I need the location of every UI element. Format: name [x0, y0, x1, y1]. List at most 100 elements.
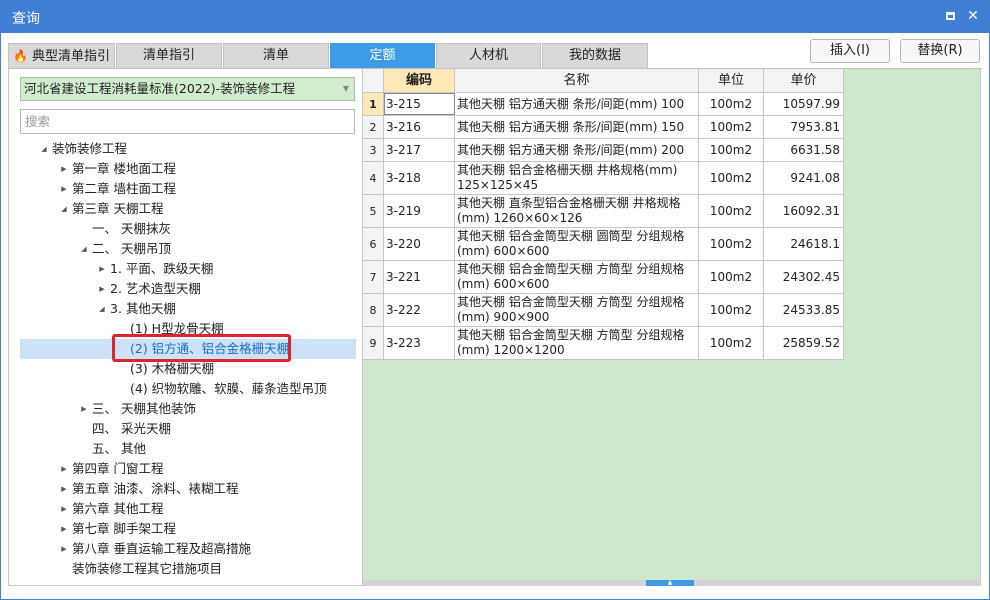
cell-price[interactable]: 7953.81 [764, 116, 844, 138]
cell-price[interactable]: 16092.31 [764, 195, 844, 227]
tree-item[interactable]: ▶ 2. 艺术造型天棚 [20, 279, 356, 299]
row-number[interactable]: 3 [363, 139, 384, 161]
tree-item[interactable]: ▶ 1. 平面、跌级天棚 [20, 259, 356, 279]
title-bar[interactable]: 查询 ✕ [0, 0, 990, 33]
table-row[interactable]: 6 3-220 其他天棚 铝合金筒型天棚 圆筒型 分组规格(mm) 600×600 1… [363, 228, 844, 261]
tree-item[interactable]: ◢ 装饰装修工程 [20, 139, 356, 159]
cell-price[interactable]: 24302.45 [764, 261, 844, 293]
tab-my-data[interactable]: 我的数据 [542, 43, 648, 68]
cell-code[interactable]: 3-218 [384, 162, 455, 194]
expanded-arrow-icon[interactable]: ◢ [39, 139, 49, 159]
cell-unit[interactable]: 100m2 [699, 195, 764, 227]
cell-code[interactable]: 3-219 [384, 195, 455, 227]
cell-name[interactable]: 其他天棚 铝方通天棚 条形/间距(mm) 150 [455, 116, 699, 138]
collapsed-arrow-icon[interactable]: ▶ [97, 259, 107, 279]
header-name[interactable]: 名称 [455, 69, 699, 93]
tree-item[interactable]: (2) 铝方通、铝合金格栅天棚 [20, 339, 356, 359]
tab-bill-guide[interactable]: 清单指引 [116, 43, 222, 68]
cell-name[interactable]: 其他天棚 铝合金筒型天棚 方筒型 分组规格(mm) 1200×1200 [455, 327, 699, 359]
tree-item[interactable]: ▶ 第一章 楼地面工程 [20, 159, 356, 179]
cell-price[interactable]: 24618.1 [764, 228, 844, 260]
tree-item[interactable]: 四、 采光天棚 [20, 419, 356, 439]
tree-item[interactable]: 五、 其他 [20, 439, 356, 459]
cell-name[interactable]: 其他天棚 铝合金格栅天棚 井格规格(mm) 125×125×45 [455, 162, 699, 194]
collapsed-arrow-icon[interactable]: ▶ [59, 459, 69, 479]
cell-price[interactable]: 10597.99 [764, 93, 844, 115]
tree-item[interactable]: ▶ 第六章 其他工程 [20, 499, 356, 519]
header-unit[interactable]: 单位 [699, 69, 764, 93]
cell-unit[interactable]: 100m2 [699, 93, 764, 115]
cell-name[interactable]: 其他天棚 直条型铝合金格栅天棚 井格规格(mm) 1260×60×126 [455, 195, 699, 227]
cell-code[interactable]: 3-221 [384, 261, 455, 293]
table-row[interactable]: 1 3-215 其他天棚 铝方通天棚 条形/间距(mm) 100 100m2 10597… [363, 93, 844, 116]
tree-item[interactable]: ◢ 第三章 天棚工程 [20, 199, 356, 219]
cell-unit[interactable]: 100m2 [699, 327, 764, 359]
close-button[interactable]: ✕ [964, 7, 982, 25]
cell-code[interactable]: 3-222 [384, 294, 455, 326]
cell-code[interactable]: 3-217 [384, 139, 455, 161]
tab-typical-bill-guide[interactable]: 🔥 典型清单指引 [8, 43, 115, 68]
tab-bill[interactable]: 清单 [223, 43, 329, 68]
collapsed-arrow-icon[interactable]: ▶ [59, 179, 69, 199]
cell-name[interactable]: 其他天棚 铝合金筒型天棚 圆筒型 分组规格(mm) 600×600 [455, 228, 699, 260]
table-row[interactable]: 7 3-221 其他天棚 铝合金筒型天棚 方筒型 分组规格(mm) 600×600 1… [363, 261, 844, 294]
cell-price[interactable]: 6631.58 [764, 139, 844, 161]
cell-unit[interactable]: 100m2 [699, 139, 764, 161]
tree-item[interactable]: (1) H型龙骨天棚 [20, 319, 356, 339]
cell-name[interactable]: 其他天棚 铝方通天棚 条形/间距(mm) 100 [455, 93, 699, 115]
tree-item[interactable]: ▶ 第四章 门窗工程 [20, 459, 356, 479]
cell-unit[interactable]: 100m2 [699, 162, 764, 194]
collapsed-arrow-icon[interactable]: ▶ [59, 499, 69, 519]
tree-item[interactable]: ◢ 3. 其他天棚 [20, 299, 356, 319]
insert-button[interactable]: 插入(I) [810, 39, 890, 63]
tree-item[interactable]: ◢ 二、 天棚吊顶 [20, 239, 356, 259]
maximize-button[interactable] [941, 7, 959, 25]
cell-unit[interactable]: 100m2 [699, 228, 764, 260]
table-row[interactable]: 4 3-218 其他天棚 铝合金格栅天棚 井格规格(mm) 125×125×45 10… [363, 162, 844, 195]
row-number[interactable]: 9 [363, 327, 384, 359]
collapsed-arrow-icon[interactable]: ▶ [59, 159, 69, 179]
row-number[interactable]: 4 [363, 162, 384, 194]
tree-item[interactable]: ▶ 第五章 油漆、涂料、裱糊工程 [20, 479, 356, 499]
table-row[interactable]: 5 3-219 其他天棚 直条型铝合金格栅天棚 井格规格(mm) 1260×60×1… [363, 195, 844, 228]
header-code[interactable]: 编码 [384, 69, 455, 93]
expanded-arrow-icon[interactable]: ◢ [97, 299, 107, 319]
row-number[interactable]: 1 [363, 93, 384, 115]
tab-labor-materials[interactable]: 人材机 [436, 43, 541, 68]
collapsed-arrow-icon[interactable]: ▶ [59, 479, 69, 499]
collapsed-arrow-icon[interactable]: ▶ [79, 399, 89, 419]
cell-price[interactable]: 9241.08 [764, 162, 844, 194]
header-price[interactable]: 单价 [764, 69, 844, 93]
tree-item[interactable]: 一、 天棚抹灰 [20, 219, 356, 239]
cell-name[interactable]: 其他天棚 铝合金筒型天棚 方筒型 分组规格(mm) 600×600 [455, 261, 699, 293]
tree-item[interactable]: 装饰装修工程其它措施项目 [20, 559, 356, 579]
quota-grid[interactable]: 编码 名称 单位 单价 1 3-215 其他天棚 铝方通天棚 条形/间距(mm) 1… [363, 69, 981, 580]
row-number[interactable]: 8 [363, 294, 384, 326]
row-number[interactable]: 5 [363, 195, 384, 227]
cell-code[interactable]: 3-220 [384, 228, 455, 260]
row-number[interactable]: 7 [363, 261, 384, 293]
row-number[interactable]: 2 [363, 116, 384, 138]
expanded-arrow-icon[interactable]: ◢ [79, 239, 89, 259]
cell-name[interactable]: 其他天棚 铝合金筒型天棚 方筒型 分组规格(mm) 900×900 [455, 294, 699, 326]
cell-unit[interactable]: 100m2 [699, 294, 764, 326]
table-row[interactable]: 3 3-217 其他天棚 铝方通天棚 条形/间距(mm) 200 100m2 6631.… [363, 139, 844, 162]
table-row[interactable]: 9 3-223 其他天棚 铝合金筒型天棚 方筒型 分组规格(mm) 1200×120… [363, 327, 844, 360]
standard-select[interactable]: 河北省建设工程消耗量标准(2022)-装饰装修工程 ▼ [20, 77, 355, 101]
cell-code[interactable]: 3-215 [384, 93, 455, 115]
cell-code[interactable]: 3-216 [384, 116, 455, 138]
table-row[interactable]: 8 3-222 其他天棚 铝合金筒型天棚 方筒型 分组规格(mm) 900×900 1… [363, 294, 844, 327]
tree-item[interactable]: (4) 织物软雕、软膜、藤条造型吊顶 [20, 379, 356, 399]
cell-price[interactable]: 25859.52 [764, 327, 844, 359]
cell-code[interactable]: 3-223 [384, 327, 455, 359]
cell-name[interactable]: 其他天棚 铝方通天棚 条形/间距(mm) 200 [455, 139, 699, 161]
search-input[interactable] [20, 109, 355, 134]
cell-price[interactable]: 24533.85 [764, 294, 844, 326]
row-number[interactable]: 6 [363, 228, 384, 260]
collapsed-arrow-icon[interactable]: ▶ [59, 539, 69, 559]
collapsed-arrow-icon[interactable]: ▶ [59, 519, 69, 539]
cell-unit[interactable]: 100m2 [699, 116, 764, 138]
tree-item[interactable]: ▶ 第七章 脚手架工程 [20, 519, 356, 539]
cell-unit[interactable]: 100m2 [699, 261, 764, 293]
expanded-arrow-icon[interactable]: ◢ [59, 199, 69, 219]
